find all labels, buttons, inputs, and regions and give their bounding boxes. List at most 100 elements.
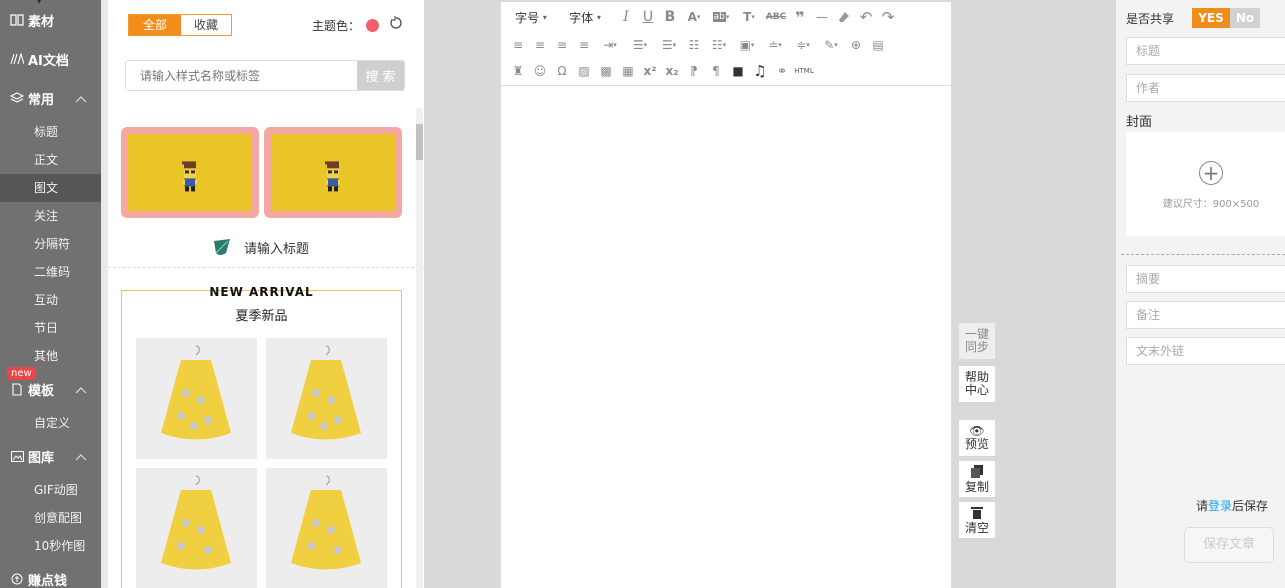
magic-wand-icon[interactable]: ✎ ▾ bbox=[817, 35, 845, 55]
share-no[interactable]: No bbox=[1230, 8, 1260, 28]
panel-scrollbar[interactable] bbox=[416, 108, 423, 588]
nav-item-creative[interactable]: 创意配图 bbox=[0, 504, 101, 532]
ltr-icon[interactable]: ⁋ bbox=[683, 61, 705, 81]
copy-button[interactable]: 复制 bbox=[959, 461, 995, 497]
superscript-icon[interactable]: x² bbox=[639, 61, 661, 81]
chevron-up-icon bbox=[75, 383, 87, 398]
search-input[interactable] bbox=[126, 61, 357, 90]
sync-button[interactable]: 一键同步 bbox=[959, 323, 995, 359]
strikethrough-icon[interactable]: ABC bbox=[763, 7, 789, 27]
undo-icon[interactable]: ↶ bbox=[855, 7, 877, 27]
login-pre: 请 bbox=[1196, 499, 1209, 513]
table-icon[interactable]: ▦ bbox=[617, 61, 639, 81]
clear-button[interactable]: 清空 bbox=[959, 502, 995, 538]
search-replace-icon[interactable]: ⊕ bbox=[845, 35, 867, 55]
reset-icon[interactable] bbox=[389, 16, 403, 34]
card-image bbox=[128, 134, 252, 211]
nav-item-title[interactable]: 标题 bbox=[0, 118, 101, 146]
spacing-bottom-icon[interactable]: ≑ ▾ bbox=[789, 35, 817, 55]
template-icon[interactable]: ▤ bbox=[867, 35, 889, 55]
eraser-icon[interactable] bbox=[833, 7, 855, 27]
paragraph-spacing-icon[interactable]: ☷ ▾ bbox=[705, 35, 733, 55]
horizontal-rule-icon[interactable]: — bbox=[811, 7, 833, 27]
tab-all[interactable]: 全部 bbox=[129, 15, 181, 35]
fontsize-select[interactable]: 字号 ▾ bbox=[507, 7, 555, 27]
image-style-icon[interactable]: ▣ ▾ bbox=[733, 35, 761, 55]
nav-item-festival[interactable]: 节日 bbox=[0, 314, 101, 342]
redo-icon[interactable]: ↷ bbox=[877, 7, 899, 27]
nav-section-material[interactable]: 素材 bbox=[0, 6, 101, 34]
align-center-icon[interactable]: ≡ bbox=[529, 35, 551, 55]
cover-upload[interactable]: + 建议尺寸：900×500 bbox=[1126, 132, 1285, 236]
nav-item-body[interactable]: 正文 bbox=[0, 146, 101, 174]
preview-button[interactable]: 👁 预览 bbox=[959, 420, 995, 456]
rtl-icon[interactable]: ¶ bbox=[705, 61, 727, 81]
search-button[interactable]: 搜 索 bbox=[357, 61, 404, 90]
editor-content-area[interactable] bbox=[501, 87, 951, 588]
nav-item-image-text[interactable]: 图文 bbox=[0, 174, 101, 202]
style-card-minion-2[interactable] bbox=[264, 127, 402, 218]
nav-item-gif[interactable]: GIF动图 bbox=[0, 476, 101, 504]
ordered-list-icon[interactable]: ☰ ▾ bbox=[625, 35, 655, 55]
multi-image-icon[interactable]: ▩ bbox=[595, 61, 617, 81]
nav-section-common[interactable]: 常用 bbox=[0, 84, 101, 112]
nav-section-label: 图库 bbox=[28, 450, 55, 466]
format-brush-icon[interactable]: ♜ bbox=[507, 61, 529, 81]
nav-item-interaction[interactable]: 互动 bbox=[0, 286, 101, 314]
note-field[interactable]: 备注 bbox=[1126, 301, 1285, 329]
scroll-thumb[interactable] bbox=[416, 124, 423, 160]
nav-section-earn[interactable]: 赚点钱 bbox=[0, 565, 101, 588]
theme-color-swatch[interactable] bbox=[366, 18, 380, 32]
underline-icon[interactable]: U bbox=[637, 7, 659, 27]
image-icon bbox=[10, 449, 24, 463]
nav-section-template[interactable]: 模板 bbox=[0, 375, 101, 403]
special-char-icon[interactable]: Ω bbox=[551, 61, 573, 81]
nav-scrollbar[interactable] bbox=[101, 0, 108, 588]
align-justify-icon[interactable]: ≡ bbox=[573, 35, 595, 55]
align-left-icon[interactable]: ≡ bbox=[507, 35, 529, 55]
summary-field[interactable]: 摘要 bbox=[1126, 265, 1285, 293]
bold-icon[interactable]: B bbox=[659, 7, 681, 27]
spacing-top-icon[interactable]: ≐ ▾ bbox=[761, 35, 789, 55]
style-title-leaf[interactable]: 请输入标题 bbox=[212, 237, 309, 257]
save-article-button[interactable]: 保存文章 bbox=[1184, 527, 1274, 563]
nav-item-custom[interactable]: 自定义 bbox=[0, 409, 101, 437]
theme-label: 主题色： bbox=[312, 18, 361, 33]
font-color-icon[interactable]: A ▾ bbox=[681, 7, 707, 27]
nav-item-qrcode[interactable]: 二维码 bbox=[0, 258, 101, 286]
line-height-icon[interactable]: ☷ bbox=[683, 35, 705, 55]
tab-favorites[interactable]: 收藏 bbox=[181, 15, 231, 35]
book-icon bbox=[10, 13, 24, 27]
share-yes[interactable]: YES bbox=[1192, 8, 1230, 28]
blockquote-icon[interactable]: ❞ bbox=[789, 7, 811, 27]
italic-icon[interactable]: I bbox=[615, 7, 637, 27]
font-select[interactable]: 字体 ▾ bbox=[555, 7, 615, 27]
share-toggle[interactable]: YES No bbox=[1192, 8, 1260, 28]
nav-item-10s[interactable]: 10秒作图 bbox=[0, 532, 101, 560]
link-icon[interactable]: ⚭ bbox=[771, 61, 793, 81]
music-icon[interactable]: ♫ bbox=[749, 61, 771, 81]
align-right-icon[interactable]: ≡ bbox=[551, 35, 573, 55]
insert-image-icon[interactable]: ▨ bbox=[573, 61, 595, 81]
login-link[interactable]: 登录 bbox=[1208, 499, 1232, 513]
emoji-icon[interactable]: ☺ bbox=[529, 61, 551, 81]
nav-item-separator[interactable]: 分隔符 bbox=[0, 230, 101, 258]
subscript-icon[interactable]: x₂ bbox=[661, 61, 683, 81]
help-button[interactable]: 帮助中心 bbox=[959, 366, 995, 402]
author-field[interactable]: 作者 bbox=[1126, 74, 1285, 102]
unordered-list-icon[interactable]: ☰ ▾ bbox=[655, 35, 683, 55]
html-icon[interactable]: HTML bbox=[793, 61, 815, 81]
external-link-field[interactable]: 文末外链 bbox=[1126, 337, 1285, 365]
style-card-minion-1[interactable] bbox=[121, 127, 259, 218]
style-card-new-arrival[interactable]: NEW ARRIVAL 夏季新品 bbox=[121, 285, 402, 588]
nav-item-other[interactable]: 其他 bbox=[0, 342, 101, 370]
nav-section-ai-doc[interactable]: AI文档 bbox=[0, 45, 101, 73]
indent-icon[interactable]: ⇥ ▾ bbox=[595, 35, 625, 55]
background-color-icon[interactable]: ab ▾ bbox=[707, 7, 735, 27]
title-field[interactable]: 标题 bbox=[1126, 37, 1285, 65]
nav-item-follow[interactable]: 关注 bbox=[0, 202, 101, 230]
text-style-icon[interactable]: T ▾ bbox=[735, 7, 763, 27]
video-icon[interactable]: ■ bbox=[727, 61, 749, 81]
nav-section-gallery[interactable]: 图库 bbox=[0, 442, 101, 470]
caret-icon: ▼ bbox=[36, 0, 43, 5]
